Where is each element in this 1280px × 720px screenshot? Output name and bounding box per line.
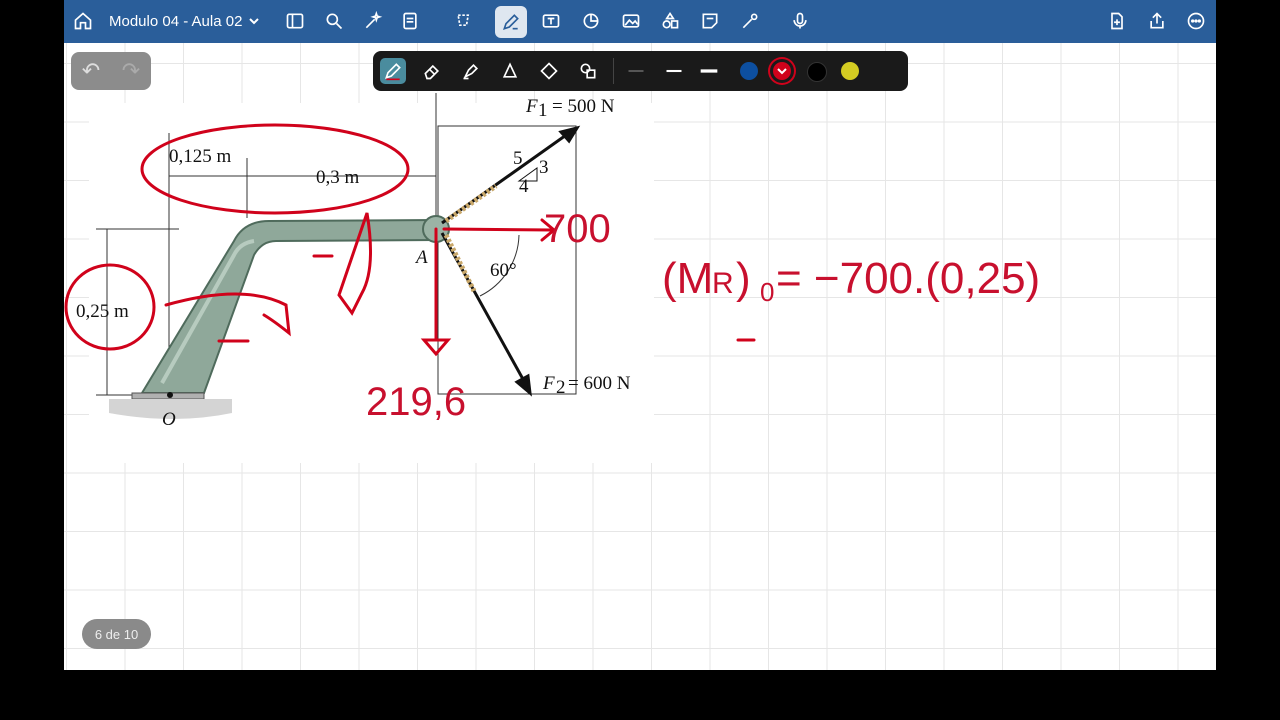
- eraser-icon[interactable]: [419, 58, 445, 84]
- angle-label: 60°: [490, 260, 517, 281]
- slope-5: 5: [513, 148, 523, 169]
- more-options-icon[interactable]: [1183, 8, 1209, 34]
- lasso-tool-icon[interactable]: [536, 58, 562, 84]
- color-swatch-black[interactable]: [807, 62, 827, 82]
- share-icon[interactable]: [1144, 8, 1170, 34]
- pen-icon[interactable]: [380, 58, 406, 84]
- color-swatch-yellow[interactable]: [841, 62, 859, 80]
- add-page-icon[interactable]: [1104, 8, 1130, 34]
- hand-equation-rhs: = −700.(0,25): [776, 254, 1040, 303]
- color-swatch-red[interactable]: [773, 62, 791, 80]
- hand-y-2196: 219,6: [366, 380, 466, 424]
- undo-redo-group: ↶ ↷: [71, 52, 151, 90]
- document-title[interactable]: Modulo 04 - Aula 02: [109, 13, 242, 30]
- dim-0125-label: 0,125 m: [169, 146, 232, 167]
- slope-3: 3: [539, 157, 549, 178]
- dim-025-label: 0,25 m: [76, 301, 129, 322]
- laser-pointer-icon[interactable]: [737, 8, 763, 34]
- undo-icon[interactable]: ↶: [82, 58, 100, 84]
- page-indicator: 6 de 10: [82, 619, 151, 649]
- f1-value: = 500 N: [552, 96, 615, 117]
- f1-label: F: [525, 96, 538, 117]
- element-tool-icon[interactable]: [575, 58, 601, 84]
- hand-equation-sub: R: [712, 267, 734, 300]
- text-box-icon[interactable]: [538, 8, 564, 34]
- hand-equation-open: (M: [662, 254, 713, 303]
- microphone-icon[interactable]: [787, 8, 813, 34]
- dim-03-label: 0,3 m: [316, 167, 360, 188]
- hand-equation-o: 0: [760, 277, 774, 307]
- color-swatch-blue[interactable]: [740, 62, 758, 80]
- pen-toolbar: [373, 51, 908, 91]
- notes-app-window: Modulo 04 - Aula 02 0,125 m 0,3 m 0,25 m…: [64, 0, 1216, 670]
- elements-icon[interactable]: [657, 8, 683, 34]
- redo-icon[interactable]: ↷: [122, 58, 140, 84]
- f2-sub: 2: [556, 377, 566, 398]
- x-component-arrow: [442, 227, 554, 232]
- hand-x-700: 700: [544, 207, 611, 251]
- statics-figure: 0,125 m 0,3 m 0,25 m O A F 1 = 500 N F 2…: [64, 93, 1040, 463]
- shape-tool-icon[interactable]: [497, 58, 523, 84]
- highlighter-icon[interactable]: [458, 58, 484, 84]
- slope-4: 4: [519, 176, 529, 197]
- stroke-thin-icon[interactable]: [623, 58, 649, 84]
- sidebar-icon[interactable]: [282, 8, 308, 34]
- stroke-medium-icon[interactable]: [661, 58, 687, 84]
- stroke-thick-icon[interactable]: [696, 58, 722, 84]
- label-o: O: [162, 409, 176, 430]
- document-icon[interactable]: [397, 8, 423, 34]
- home-icon[interactable]: [70, 8, 96, 34]
- search-icon[interactable]: [321, 8, 347, 34]
- image-icon[interactable]: [618, 8, 644, 34]
- top-toolbar: Modulo 04 - Aula 02: [64, 0, 1216, 43]
- f2-label: F: [542, 373, 555, 394]
- magic-select-icon[interactable]: [360, 8, 386, 34]
- chevron-down-icon[interactable]: [248, 14, 260, 32]
- hand-equation-close: ): [736, 254, 751, 303]
- label-a: A: [414, 247, 428, 268]
- shapes-icon[interactable]: [578, 8, 604, 34]
- f2-value: = 600 N: [568, 373, 631, 394]
- pen-tool-icon[interactable]: [495, 6, 527, 38]
- lasso-icon[interactable]: [451, 8, 477, 34]
- point-o: [167, 392, 173, 398]
- toolbar-divider: [613, 58, 614, 84]
- f1-sub: 1: [538, 100, 548, 121]
- sticky-note-icon[interactable]: [697, 8, 723, 34]
